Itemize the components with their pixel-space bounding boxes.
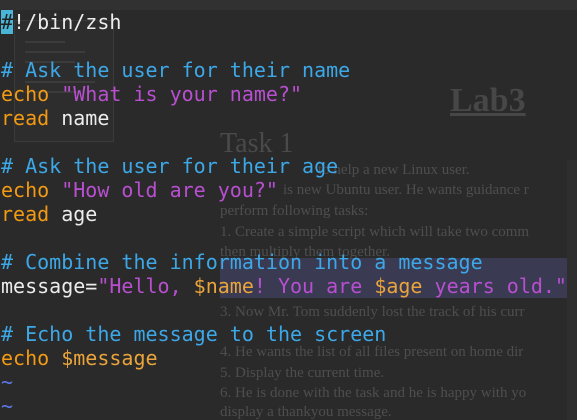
keyword-read: read — [1, 202, 50, 226]
code-line[interactable]: read name — [1, 106, 109, 130]
comment-line[interactable]: # Ask the user for their name — [1, 58, 350, 82]
code-line[interactable]: read age — [1, 202, 97, 226]
code-line[interactable]: message="Hello, $name! You are $age year… — [1, 274, 567, 298]
variable-name: age — [61, 202, 98, 226]
shebang-line[interactable]: #!/bin/zsh — [1, 10, 121, 34]
code-editor[interactable]: #!/bin/zsh # Ask the user for their name… — [0, 0, 577, 420]
comment-text: # Combine the information into a message — [1, 250, 483, 274]
keyword-echo: echo — [1, 346, 50, 370]
keyword-read: read — [1, 106, 50, 130]
keyword-echo: echo — [1, 178, 50, 202]
string-literal: years old." — [422, 274, 567, 298]
keyword-echo: echo — [1, 82, 50, 106]
text-cursor: # — [1, 10, 14, 34]
shebang-text: !/bin/zsh — [13, 10, 122, 34]
comment-line[interactable]: # Combine the information into a message — [1, 250, 483, 274]
comment-text: # Echo the message to the screen — [1, 322, 387, 346]
variable-name: name — [61, 106, 110, 130]
code-line[interactable]: echo "What is your name?" — [1, 82, 302, 106]
assignment-operator: = — [85, 274, 98, 298]
variable-reference: $message — [61, 346, 158, 370]
string-literal: "Hello, — [97, 274, 194, 298]
comment-text: # Ask the user for their age — [1, 154, 339, 178]
code-line[interactable]: echo "How old are you?" — [1, 178, 278, 202]
comment-line[interactable]: # Ask the user for their age — [1, 154, 338, 178]
comment-line[interactable]: # Echo the message to the screen — [1, 322, 386, 346]
variable-name: message — [1, 274, 86, 298]
terminal-window[interactable]: Lab3 Task 1 to help a new Linux user. is… — [0, 0, 577, 420]
empty-line-marker: ~ — [1, 370, 14, 394]
string-literal: ! You are — [253, 274, 375, 298]
string-literal: "How old are you?" — [61, 178, 278, 202]
code-line[interactable]: echo $message — [1, 346, 158, 370]
empty-line-marker: ~ — [1, 394, 14, 418]
variable-reference: $name — [193, 274, 254, 298]
variable-reference: $age — [374, 274, 423, 298]
string-literal: "What is your name?" — [61, 82, 303, 106]
comment-text: # Ask the user for their name — [1, 58, 351, 82]
